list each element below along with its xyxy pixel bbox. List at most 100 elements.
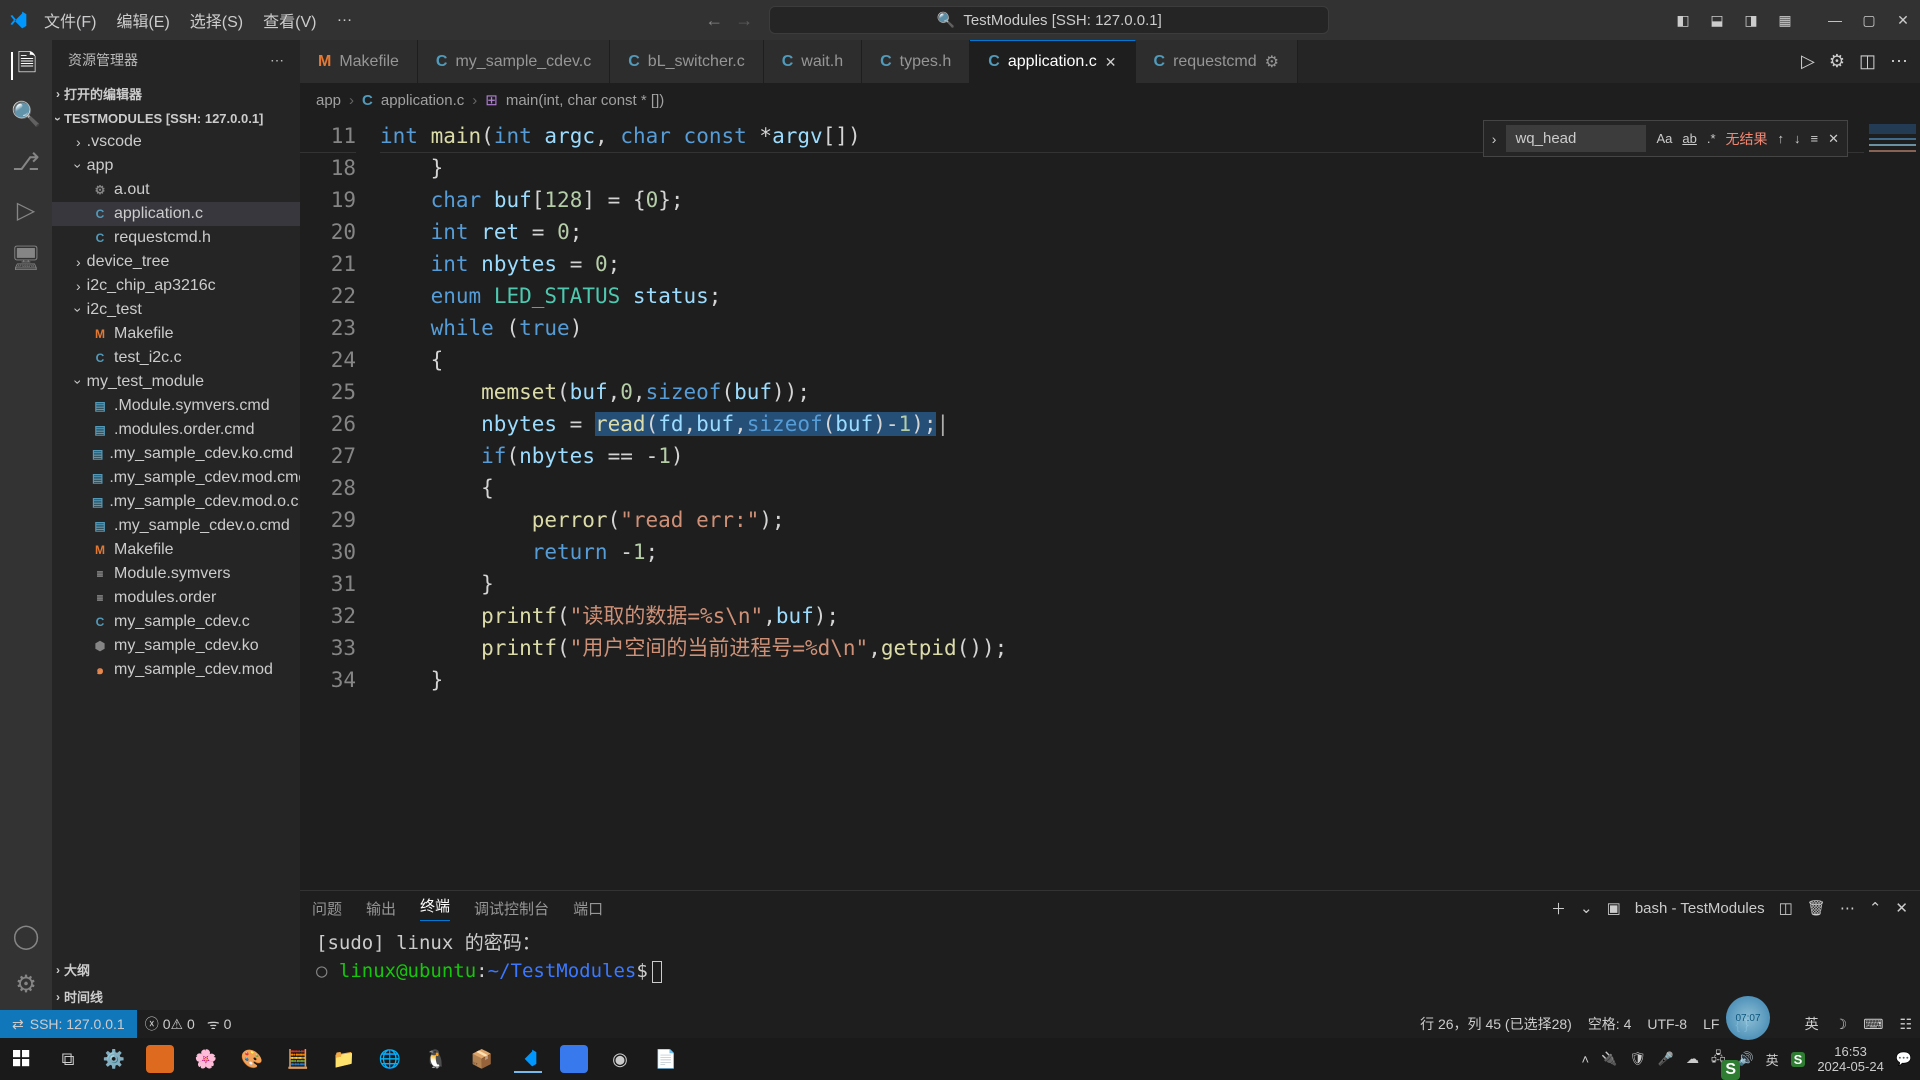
match-word-icon[interactable]: ab <box>1682 131 1696 146</box>
menu-selection[interactable]: 选择(S) <box>182 4 251 36</box>
search-activity-icon[interactable]: 🔍 <box>12 100 40 128</box>
editor-tab[interactable]: Crequestcmd⚙ <box>1136 40 1299 83</box>
split-editor-icon[interactable]: ◫ <box>1859 51 1876 72</box>
explorer-icon[interactable]: 🗎 <box>11 52 39 80</box>
editor-body[interactable]: › Aa ab .* 无结果 ↑ ↓ ≡ ✕ 11181920212223242… <box>300 116 1920 890</box>
tray-ime-icon[interactable]: 英 <box>1766 1050 1779 1069</box>
status-ln-col[interactable]: 行 26，列 45 (已选择28) <box>1420 1014 1572 1034</box>
layout-left-icon[interactable]: ◧ <box>1674 11 1692 29</box>
minimize-icon[interactable]: — <box>1826 11 1844 29</box>
minimap[interactable] <box>1864 116 1920 890</box>
tree-file[interactable]: Cmy_sample_cdev.c <box>52 610 300 634</box>
editor-tab[interactable]: CbL_switcher.c <box>610 40 764 83</box>
status-keyboard-icon[interactable]: ⌨ <box>1863 1016 1883 1033</box>
panel-tab-problems[interactable]: 问题 <box>312 898 342 919</box>
task-qq-icon[interactable]: 🐧 <box>422 1045 450 1073</box>
panel-maximize-icon[interactable]: ⌃ <box>1869 899 1882 917</box>
split-terminal-icon[interactable]: ◫ <box>1779 899 1793 917</box>
terminal-dropdown-icon[interactable]: ⌄ <box>1580 899 1593 917</box>
match-case-icon[interactable]: Aa <box>1656 131 1672 146</box>
status-eol[interactable]: LF <box>1703 1016 1719 1032</box>
breadcrumb-symbol[interactable]: main(int, char const * []) <box>506 92 664 109</box>
panel-tab-debug[interactable]: 调试控制台 <box>474 898 549 919</box>
account-icon[interactable]: ◯ <box>12 922 40 950</box>
editor-tab[interactable]: Cwait.h <box>764 40 862 83</box>
editor-tab[interactable]: MMakefile <box>300 40 418 83</box>
find-filter-icon[interactable]: ≡ <box>1811 131 1819 146</box>
regex-icon[interactable]: .* <box>1707 131 1716 146</box>
tree-file[interactable]: ▤.my_sample_cdev.mod.cmd <box>52 466 300 490</box>
task-app-1-icon[interactable]: ⚙️ <box>100 1045 128 1073</box>
find-prev-icon[interactable]: ↑ <box>1778 131 1785 146</box>
breadcrumb[interactable]: app › C application.c › ⊞ main(int, char… <box>300 84 1920 116</box>
tree-file[interactable]: Ctest_i2c.c <box>52 346 300 370</box>
status-errors[interactable]: ⓧ0 <box>145 1014 171 1034</box>
task-app-2-icon[interactable] <box>146 1045 174 1073</box>
settings-tab-icon[interactable]: ⚙ <box>1829 51 1845 72</box>
find-close-icon[interactable]: ✕ <box>1828 131 1839 147</box>
status-ports[interactable]: ᯤ0 <box>207 1015 232 1034</box>
status-encoding[interactable]: UTF-8 <box>1647 1016 1687 1032</box>
nav-forward-icon[interactable]: → <box>735 10 753 31</box>
tree-file[interactable]: Crequestcmd.h <box>52 226 300 250</box>
tree-file[interactable]: ▤.my_sample_cdev.mod.o.c... <box>52 490 300 514</box>
tray-shield-icon[interactable]: 🛡 <box>1629 1051 1646 1067</box>
menu-more[interactable]: … <box>328 4 360 36</box>
timeline-section[interactable]: ›时间线 <box>52 983 300 1010</box>
command-center[interactable]: 🔍 TestModules [SSH: 127.0.0.1] <box>769 6 1329 34</box>
panel-close-icon[interactable]: ✕ <box>1895 899 1908 917</box>
status-warnings[interactable]: ⚠0 <box>170 1016 194 1033</box>
menu-edit[interactable]: 编辑(E) <box>108 4 177 36</box>
tray-sogou-icon[interactable]: S <box>1791 1052 1806 1067</box>
terminal-shell-label[interactable]: bash - TestModules <box>1635 900 1765 917</box>
editor-tab[interactable]: Cmy_sample_cdev.c <box>418 40 610 83</box>
panel-tab-terminal[interactable]: 终端 <box>420 895 450 921</box>
find-input[interactable] <box>1506 125 1646 152</box>
tree-file[interactable]: ▤.my_sample_cdev.o.cmd <box>52 514 300 538</box>
task-vbox-icon[interactable]: 📦 <box>468 1045 496 1073</box>
layout-right-icon[interactable]: ◨ <box>1742 11 1760 29</box>
kill-terminal-icon[interactable]: 🗑 <box>1807 899 1826 917</box>
open-editors-section[interactable]: ›打开的编辑器 <box>52 80 300 107</box>
layout-bottom-icon[interactable]: ⬓ <box>1708 11 1726 29</box>
outline-section[interactable]: ›大纲 <box>52 956 300 983</box>
terminal-body[interactable]: [sudo] linux 的密码： ○ linux@ubuntu:~/TestM… <box>300 925 1920 1010</box>
menu-file[interactable]: 文件(F) <box>36 4 104 36</box>
remote-explorer-icon[interactable]: 🖥 <box>12 244 40 272</box>
find-expand-icon[interactable]: › <box>1492 131 1497 147</box>
panel-tab-output[interactable]: 输出 <box>366 898 396 919</box>
status-extra-icon[interactable]: ☷ <box>1899 1016 1912 1033</box>
tree-file[interactable]: ๑my_sample_cdev.mod <box>52 658 300 682</box>
tree-folder[interactable]: i2c_test <box>52 298 300 322</box>
tree-folder[interactable]: device_tree <box>52 250 300 274</box>
editor-tab[interactable]: Ctypes.h <box>862 40 970 83</box>
tree-file[interactable]: ⚙a.out <box>52 178 300 202</box>
status-ime[interactable]: 英 <box>1805 1014 1819 1034</box>
tree-file[interactable]: Capplication.c <box>52 202 300 226</box>
editor-tab[interactable]: Capplication.c✕ <box>970 40 1135 83</box>
layout-grid-icon[interactable]: ▦ <box>1776 11 1794 29</box>
start-icon[interactable] <box>8 1045 36 1073</box>
task-app-3-icon[interactable]: 🌸 <box>192 1045 220 1073</box>
run-icon[interactable]: ▷ <box>1801 51 1815 72</box>
panel-tab-ports[interactable]: 端口 <box>573 898 603 919</box>
task-view-icon[interactable]: ⧉ <box>54 1045 82 1073</box>
notifications-icon[interactable]: 💬 <box>1896 1051 1912 1067</box>
tree-folder[interactable]: my_test_module <box>52 370 300 394</box>
find-next-icon[interactable]: ↓ <box>1794 131 1801 146</box>
tree-file[interactable]: MMakefile <box>52 322 300 346</box>
tree-file[interactable]: ▤.my_sample_cdev.ko.cmd <box>52 442 300 466</box>
menu-view[interactable]: 查看(V) <box>255 4 324 36</box>
nav-back-icon[interactable]: ← <box>705 10 723 31</box>
tree-folder[interactable]: .vscode <box>52 130 300 154</box>
tree-folder[interactable]: i2c_chip_ap3216c <box>52 274 300 298</box>
maximize-icon[interactable]: ▢ <box>1860 11 1878 29</box>
tree-file[interactable]: ⬢my_sample_cdev.ko <box>52 634 300 658</box>
tray-onedrive-icon[interactable]: ☁ <box>1686 1051 1699 1067</box>
settings-gear-icon[interactable]: ⚙ <box>12 970 40 998</box>
task-notepad-icon[interactable]: 📄 <box>652 1045 680 1073</box>
tray-usb-icon[interactable]: 🔌 <box>1601 1051 1617 1067</box>
task-vscode-icon[interactable] <box>514 1045 542 1073</box>
close-icon[interactable]: ✕ <box>1894 11 1912 29</box>
task-todo-icon[interactable] <box>560 1045 588 1073</box>
